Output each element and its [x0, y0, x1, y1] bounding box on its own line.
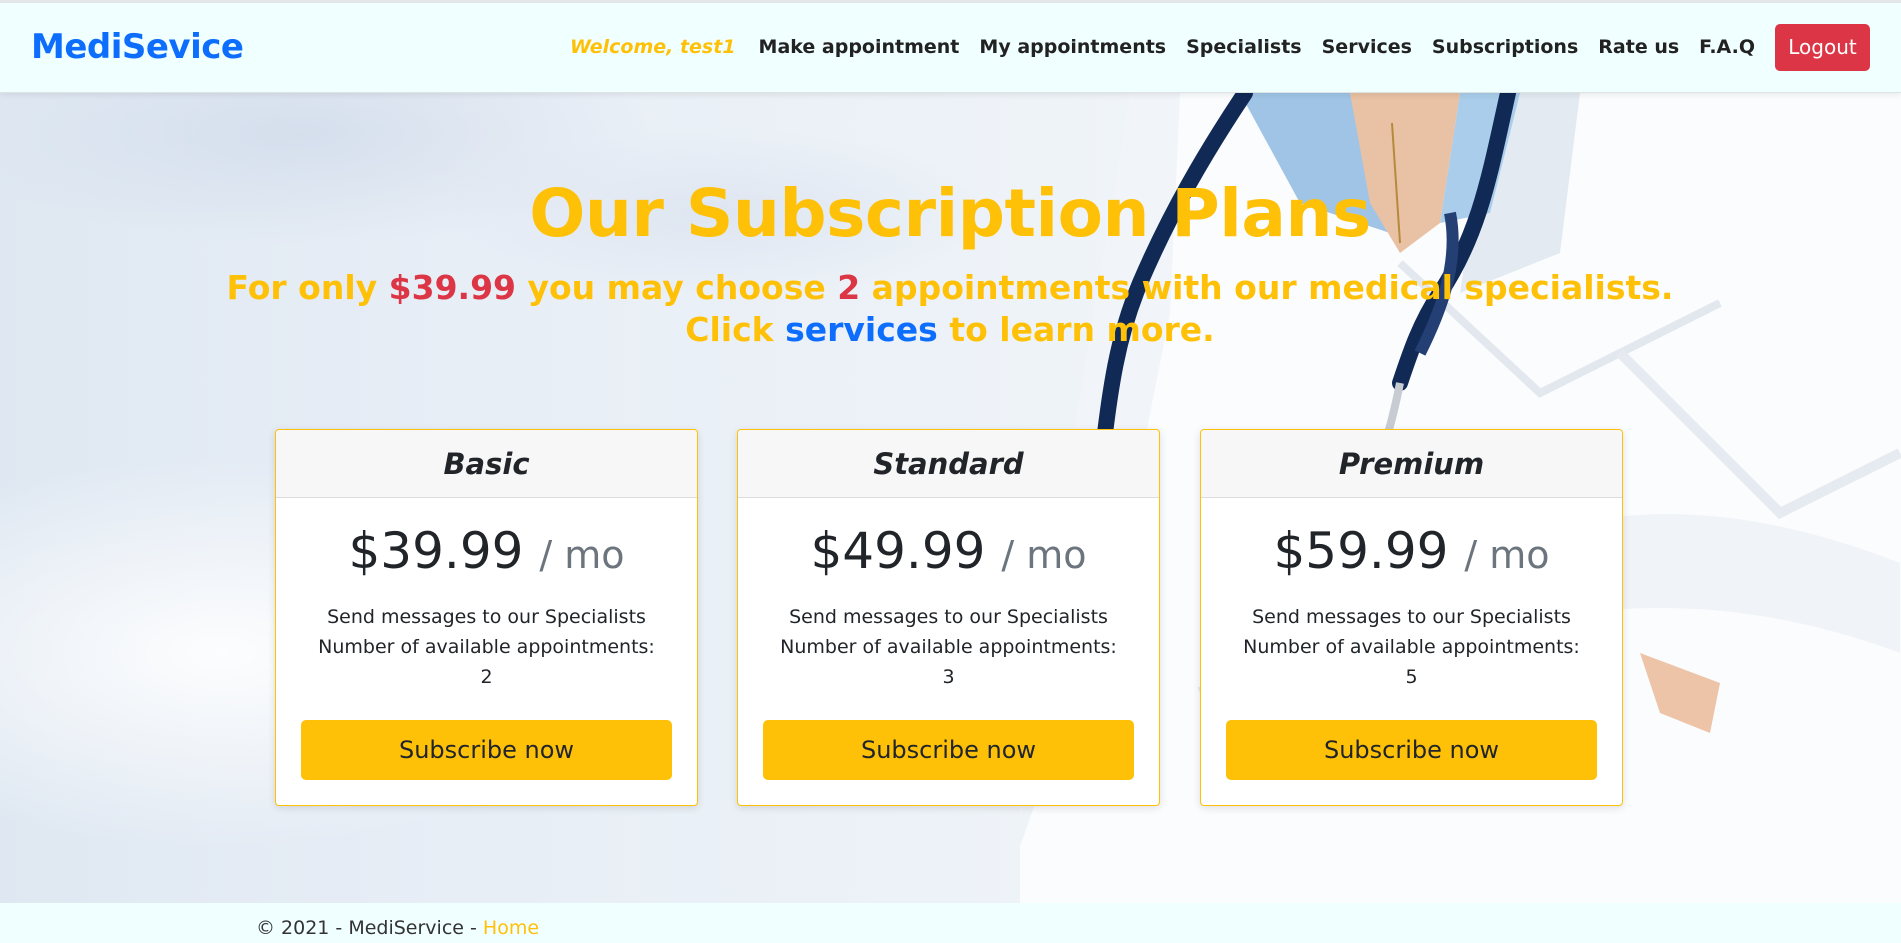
price-period: / mo	[1464, 533, 1550, 577]
brand-logo-link[interactable]: MediSevice	[31, 27, 244, 67]
plan-name: Premium	[1201, 430, 1622, 498]
price-amount: $59.99	[1273, 522, 1449, 580]
subscribe-button-basic[interactable]: Subscribe now	[301, 720, 672, 780]
welcome-text: Welcome, test1	[569, 36, 736, 58]
subtitle-text: to learn more.	[937, 310, 1215, 349]
nav-specialists[interactable]: Specialists	[1176, 36, 1312, 58]
nav-menu: Welcome, test1 Make appointment My appoi…	[570, 23, 1870, 71]
plan-price: $59.99 / mo	[1201, 522, 1622, 580]
nav-subscriptions[interactable]: Subscriptions	[1422, 36, 1588, 58]
subscribe-button-standard[interactable]: Subscribe now	[763, 720, 1134, 780]
price-amount: $49.99	[810, 522, 986, 580]
subscribe-button-premium[interactable]: Subscribe now	[1226, 720, 1597, 780]
subtitle-line-1: For only $39.99 you may choose 2 appoint…	[0, 267, 1900, 309]
price-amount: $39.99	[348, 522, 524, 580]
plan-features: Send messages to our Specialists Number …	[1242, 602, 1582, 692]
feature-appointments: Number of available appointments: 5	[1243, 636, 1580, 688]
plan-price: $49.99 / mo	[738, 522, 1159, 580]
services-link[interactable]: services	[785, 310, 938, 349]
plan-card-premium: Premium $59.99 / mo Send messages to our…	[1200, 429, 1623, 806]
price-period: / mo	[1001, 533, 1087, 577]
feature-messages: Send messages to our Specialists	[1252, 606, 1571, 628]
hero-section: Our Subscription Plans For only $39.99 y…	[0, 93, 1901, 903]
footer: © 2021 - MediService - Home	[0, 903, 1901, 943]
plan-price: $39.99 / mo	[276, 522, 697, 580]
copyright-text: © 2021 - MediService -	[256, 917, 483, 939]
navbar: MediSevice Welcome, test1 Make appointme…	[0, 0, 1901, 93]
plan-card-standard: Standard $49.99 / mo Send messages to ou…	[737, 429, 1160, 806]
footer-home-link[interactable]: Home	[483, 917, 539, 939]
price-period: / mo	[539, 533, 625, 577]
nav-my-appointments[interactable]: My appointments	[969, 36, 1176, 58]
plan-card-basic: Basic $39.99 / mo Send messages to our S…	[275, 429, 698, 806]
plan-features: Send messages to our Specialists Number …	[317, 602, 657, 692]
nav-make-appointment[interactable]: Make appointment	[749, 36, 970, 58]
nav-faq[interactable]: F.A.Q	[1689, 36, 1765, 58]
nav-rate-us[interactable]: Rate us	[1588, 36, 1689, 58]
footer-copyright: © 2021 - MediService - Home	[256, 917, 539, 939]
subtitle-text: For only	[226, 268, 389, 307]
feature-messages: Send messages to our Specialists	[789, 606, 1108, 628]
feature-messages: Send messages to our Specialists	[327, 606, 646, 628]
feature-appointments: Number of available appointments: 2	[318, 636, 655, 688]
plan-features: Send messages to our Specialists Number …	[779, 602, 1119, 692]
subtitle-text: you may choose	[516, 268, 838, 307]
highlight-price: $39.99	[388, 268, 517, 307]
plan-name: Basic	[276, 430, 697, 498]
subtitle-text: appointments with our medical specialist…	[860, 268, 1674, 307]
plan-name: Standard	[738, 430, 1159, 498]
page-title: Our Subscription Plans	[529, 175, 1371, 252]
subtitle-text: Click	[685, 310, 786, 349]
feature-appointments: Number of available appointments: 3	[780, 636, 1117, 688]
hero-subtitle: For only $39.99 you may choose 2 appoint…	[0, 267, 1900, 351]
subtitle-line-2: Click services to learn more.	[0, 309, 1900, 351]
nav-services[interactable]: Services	[1312, 36, 1422, 58]
highlight-count: 2	[837, 268, 861, 307]
logout-button[interactable]: Logout	[1775, 23, 1870, 71]
